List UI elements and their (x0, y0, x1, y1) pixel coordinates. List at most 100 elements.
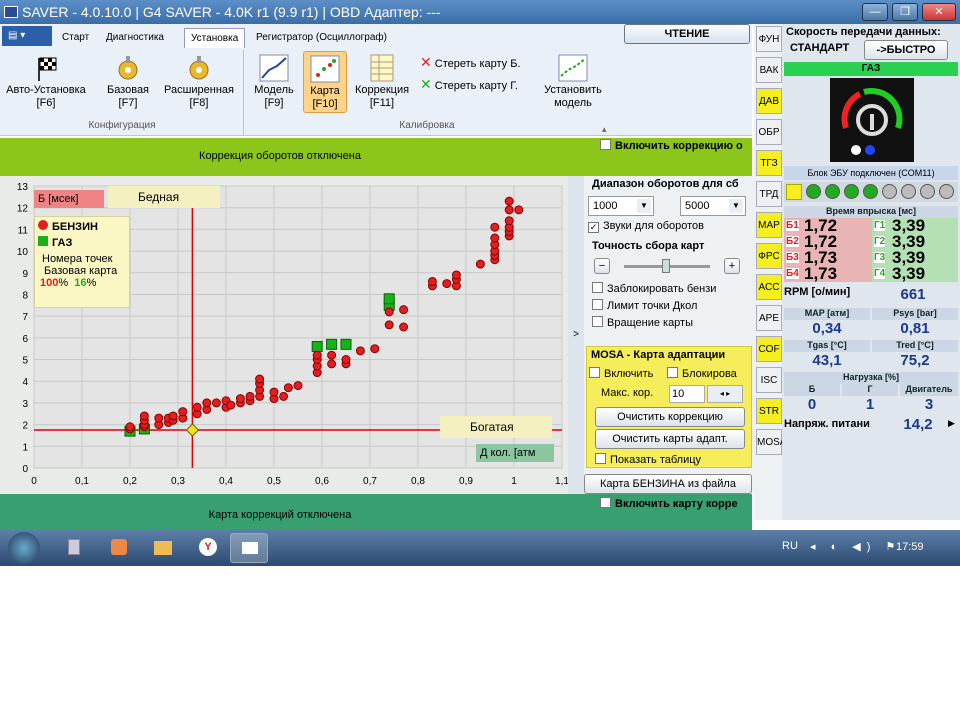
taskbar-browser-icon[interactable]: Y (188, 533, 226, 563)
mosa-block-checkbox[interactable]: Блокирова (667, 367, 737, 380)
taskbar-folder-icon[interactable] (144, 533, 182, 563)
side-tab-7[interactable]: MAP (756, 212, 782, 238)
extended-config-button[interactable]: Расширенная [F8] (160, 54, 238, 110)
side-tab-6[interactable]: ТРД (756, 181, 782, 207)
mosa-enable-checkbox[interactable]: Включить (589, 367, 653, 380)
legend-percent: 100% 16% (40, 277, 97, 289)
side-tab-13[interactable]: STR (756, 398, 782, 424)
benzin-point (235, 394, 245, 404)
app-menu-button[interactable]: ▤ ▾ (2, 26, 52, 46)
close-button[interactable]: ✕ (922, 3, 956, 21)
benzin-point (293, 381, 303, 391)
x-tick-label: 0,7 (363, 476, 377, 487)
ecu-status: Блок ЭБУ подключен (COM11) (784, 166, 958, 180)
benzin-point (283, 383, 293, 393)
rpm-correction-checkbox[interactable]: Включить коррекцию о (600, 139, 743, 152)
mosa-title: MOSA - Карта адаптации (591, 349, 726, 361)
max-cor-input[interactable]: 10 (669, 385, 705, 403)
correction-map-checkbox[interactable]: Включить карту корре (600, 497, 738, 510)
correction-button[interactable]: Коррекция [F11] (350, 54, 414, 110)
accuracy-minus-button[interactable]: − (594, 258, 610, 274)
accuracy-plus-button[interactable]: + (724, 258, 740, 274)
status-led (901, 184, 916, 199)
fuel-indicator: ГАЗ (784, 62, 958, 76)
rpm-to-select[interactable]: 5000 ▼ (680, 196, 746, 216)
side-tab-8[interactable]: ФРС (756, 243, 782, 269)
side-tab-3[interactable]: ДАВ (756, 88, 782, 114)
tab-setup[interactable]: Установка (184, 28, 246, 48)
load-engine-value: 3 (924, 396, 934, 413)
minimize-button[interactable]: — (862, 3, 888, 21)
chart-line-icon (259, 54, 289, 82)
base-config-label: Базовая [F7] (106, 84, 150, 109)
erase-benzin-map-button[interactable]: ✕ Стереть карту Б. (420, 55, 538, 71)
lock-benzin-checkbox[interactable]: Заблокировать бензи (592, 282, 716, 295)
start-button[interactable] (8, 532, 40, 564)
speed-fast-button[interactable]: ->БЫСТРО (864, 40, 948, 60)
accuracy-slider-thumb[interactable] (662, 259, 670, 273)
maximize-button[interactable]: ❐ (892, 3, 918, 21)
benzin-point (202, 398, 212, 408)
clear-adapt-button[interactable]: Очистить карты адапт. (595, 429, 745, 449)
chevron-down-icon: ▼ (729, 199, 743, 213)
rotate-map-checkbox[interactable]: Вращение карты (592, 316, 693, 329)
benzin-point (399, 322, 409, 332)
auto-setup-button[interactable]: Авто-Установка [F6] (6, 54, 86, 110)
side-tab-4[interactable]: ОБР (756, 119, 782, 145)
y-tick-label: 1 (22, 442, 28, 453)
legend-benzin: БЕНЗИН (38, 220, 126, 233)
model-button[interactable]: Модель [F9] (250, 54, 298, 110)
tgas-header: Tgas [°C] (784, 340, 870, 352)
y-tick-label: 2 (22, 421, 28, 432)
tab-start[interactable]: Старт (56, 28, 95, 48)
options-panel: Диапазон оборотов для сб 1000 ▼ 5000 ▼ ✓ Зв… (584, 176, 754, 494)
taskbar-saver-icon[interactable] (230, 533, 268, 563)
taskbar-notepad-icon[interactable] (56, 533, 94, 563)
show-table-checkbox[interactable]: Показать таблицу (595, 453, 701, 466)
status-led (920, 184, 935, 199)
erase-gas-map-button[interactable]: ✕ Стереть карту Г. (420, 77, 538, 93)
map-chart[interactable]: 0 1 2 3 4 5 6 7 8 9 10 11 12 13 0 0,1 0,2 0,3 0,4 0,5 0,6 0,7… (0, 176, 569, 494)
load-benzin-map-button[interactable]: Карта БЕНЗИНА из файла (584, 474, 752, 494)
clear-correction-button[interactable]: Очистить коррекцию (595, 407, 745, 427)
speed-label: Скорость передачи данных: (786, 26, 941, 38)
tab-diagnostics[interactable]: Диагностика (100, 28, 170, 48)
language-indicator[interactable]: RU (782, 540, 798, 552)
red-dot-icon (38, 220, 48, 230)
side-tab-9[interactable]: АСС (756, 274, 782, 300)
side-tab-5[interactable]: ТГЗ (756, 150, 782, 176)
side-tab-10[interactable]: APE (756, 305, 782, 331)
x-tick-label: 0,6 (315, 476, 329, 487)
fuel-switch-display[interactable] (830, 78, 914, 162)
map-button[interactable]: Карта [F10] (303, 51, 347, 113)
y-tick-label: 13 (17, 182, 29, 193)
psys-header: Psys [bar] (872, 308, 958, 320)
tred-header: Tred [°C] (872, 340, 958, 352)
side-tab-2[interactable]: ВАК (756, 57, 782, 83)
psys-value: 0,81 (900, 320, 930, 337)
ribbon-collapse-icon[interactable]: ▴ (602, 124, 607, 135)
install-model-button[interactable]: Установить модель (538, 54, 608, 110)
rpm-from-select[interactable]: 1000 ▼ (588, 196, 654, 216)
gas-cyl-label: Г2 (874, 236, 886, 247)
base-config-button[interactable]: Базовая [F7] (100, 54, 156, 110)
side-tab-12[interactable]: ISC (756, 367, 782, 393)
legend-gaz: ГАЗ (38, 236, 126, 249)
side-tab-11[interactable]: COF (756, 336, 782, 362)
side-tab-14[interactable]: MOSA (756, 429, 786, 455)
benzin-point (245, 391, 255, 401)
tray-icons[interactable]: ◂ ◐ ◀) ⚑ (810, 540, 901, 553)
x-tick-label: 0,2 (123, 476, 137, 487)
taskbar-media-icon[interactable] (100, 533, 138, 563)
limit-point-checkbox[interactable]: Лимит точки Дкол (592, 299, 697, 312)
tab-recorder[interactable]: Регистратор (Осциллограф) (250, 28, 393, 48)
max-cor-spinner[interactable]: ◂ ▸ (707, 385, 743, 403)
panel-splitter[interactable]: > (568, 176, 584, 494)
gear-icon (189, 56, 209, 80)
side-tab-1[interactable]: ФУН (756, 26, 782, 52)
read-button[interactable]: ЧТЕНИЕ (624, 24, 750, 44)
voltage-expand-icon[interactable]: ▶ (948, 418, 955, 429)
sounds-checkbox[interactable]: ✓ Звуки для оборотов (588, 220, 704, 233)
y-tick-label: 5 (22, 356, 28, 367)
y-tick-label: 12 (17, 204, 29, 215)
